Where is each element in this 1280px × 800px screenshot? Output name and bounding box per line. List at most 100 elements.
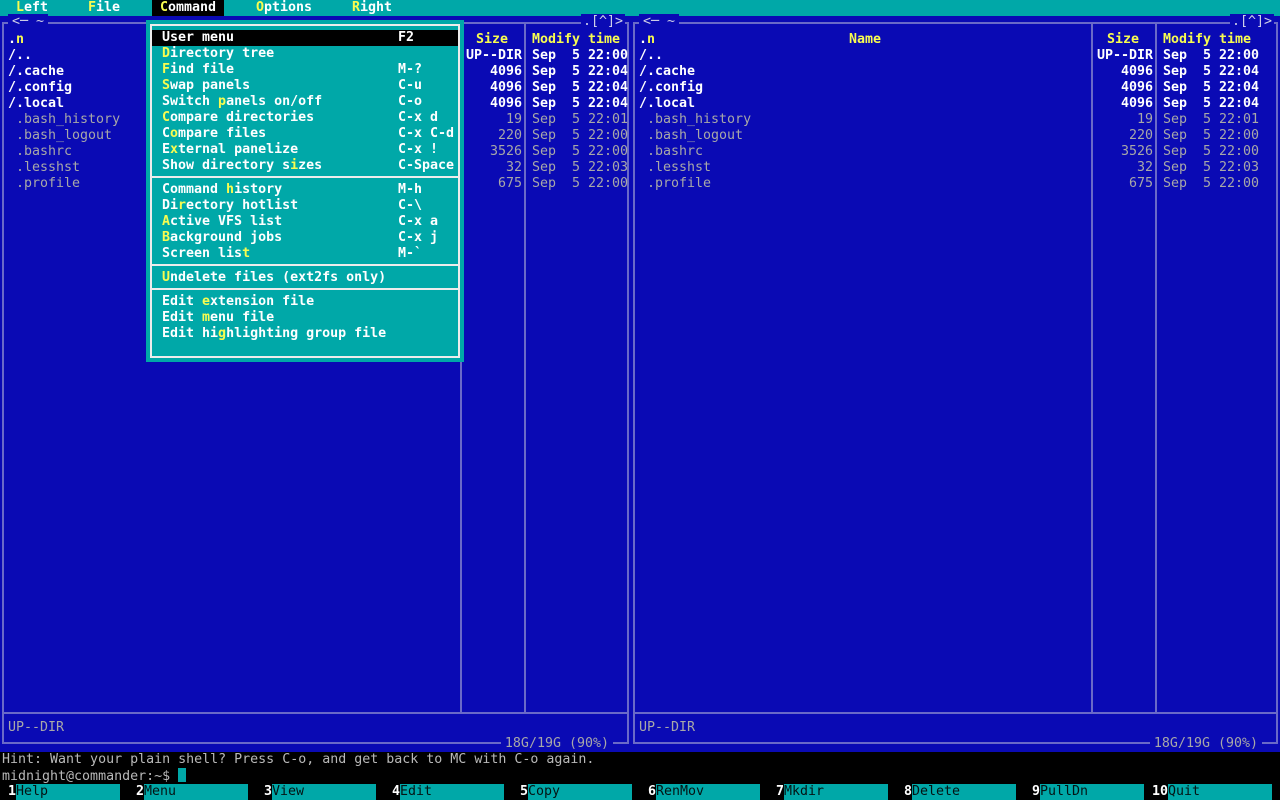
fkey-edit[interactable]: 4Edit: [384, 784, 504, 800]
fkey-view[interactable]: 3View: [256, 784, 376, 800]
file-name: /..: [8, 48, 33, 63]
fkey-mkdir[interactable]: 7Mkdir: [768, 784, 888, 800]
file-name: /.cache: [639, 64, 696, 79]
menu-item-directory-hotlist[interactable]: Directory hotlist C-\: [152, 198, 458, 214]
shortcut: C-x !: [398, 142, 439, 157]
file-size: 220: [1128, 128, 1153, 143]
file-row[interactable]: .lesshst 32 Sep 5 22:03: [635, 160, 1276, 176]
fkey-renmov[interactable]: 6RenMov: [640, 784, 760, 800]
shortcut: C-o: [398, 94, 423, 109]
shortcut: C-x j: [398, 230, 439, 245]
menu-item-compare-directories[interactable]: Compare directories C-x d: [152, 110, 458, 126]
shortcut: M-?: [398, 62, 423, 77]
shortcut: M-h: [398, 182, 423, 197]
menu-file[interactable]: File: [80, 0, 128, 16]
column-header-size[interactable]: Size: [1091, 32, 1155, 48]
file-mtime: Sep 5 22:00: [532, 128, 629, 143]
menu-options-label: ptions: [264, 0, 313, 15]
panel-right-path[interactable]: <─ ~: [639, 14, 680, 30]
menu-item-user-menu[interactable]: User menu F2: [152, 30, 458, 46]
file-name: .bashrc: [647, 144, 704, 159]
panel-right-nav-buttons[interactable]: .[^]>: [1229, 14, 1274, 30]
fkey-delete[interactable]: 8Delete: [896, 784, 1016, 800]
menu-item-show-directory-sizes[interactable]: Show directory sizes C-Space: [152, 158, 458, 174]
file-row[interactable]: /.local 4096 Sep 5 22:04: [635, 96, 1276, 112]
file-mtime: Sep 5 22:00: [1163, 176, 1260, 191]
file-row[interactable]: /.. UP--DIR Sep 5 22:00: [635, 48, 1276, 64]
menu-item-edit-highlighting-group-file[interactable]: Edit highlighting group file: [152, 326, 458, 342]
fkey-quit[interactable]: 10Quit: [1152, 784, 1272, 800]
shortcut: M-`: [398, 246, 423, 261]
menu-item-command-history[interactable]: Command history M-h: [152, 182, 458, 198]
file-row[interactable]: /.cache 4096 Sep 5 22:04: [635, 64, 1276, 80]
menu-item-swap-panels[interactable]: Swap panels C-u: [152, 78, 458, 94]
column-header-mtime[interactable]: Modify time: [1155, 32, 1259, 48]
fkey-pulldn[interactable]: 9PullDn: [1024, 784, 1144, 800]
prompt-text: midnight@commander:~$: [2, 769, 171, 784]
file-name: /.cache: [8, 64, 65, 79]
file-mtime: Sep 5 22:00: [532, 48, 629, 63]
menu-item-active-vfs-list[interactable]: Active VFS list C-x a: [152, 214, 458, 230]
menu-options[interactable]: Options: [248, 0, 320, 16]
file-mtime: Sep 5 22:00: [532, 176, 629, 191]
fkey-help[interactable]: 1Help: [0, 784, 120, 800]
column-header-mtime[interactable]: Modify time: [524, 32, 628, 48]
menu-item-background-jobs[interactable]: Background jobs C-x j: [152, 230, 458, 246]
file-mtime: Sep 5 22:00: [1163, 144, 1260, 159]
free-space-indicator: 18G/19G (90%): [500, 736, 613, 752]
fkey-copy[interactable]: 5Copy: [512, 784, 632, 800]
file-mtime: Sep 5 22:01: [1163, 112, 1260, 127]
shortcut: C-x C-d: [398, 126, 455, 141]
menu-item-directory-tree[interactable]: Directory tree: [152, 46, 458, 62]
menu-item-undelete-files[interactable]: Undelete files (ext2fs only): [152, 270, 458, 286]
file-name: .bash_logout: [647, 128, 744, 143]
text-cursor: [178, 768, 187, 782]
shortcut: C-x d: [398, 110, 439, 125]
menu-item-find-file[interactable]: Find file M-?: [152, 62, 458, 78]
menu-right[interactable]: Right: [344, 0, 400, 16]
file-mtime: Sep 5 22:00: [532, 144, 629, 159]
file-row[interactable]: /.config 4096 Sep 5 22:04: [635, 80, 1276, 96]
column-header-name[interactable]: Name: [639, 32, 1091, 48]
file-mtime: Sep 5 22:03: [532, 160, 629, 175]
file-name: /.config: [8, 80, 73, 95]
file-name: .lesshst: [16, 160, 81, 175]
panel-left-nav-buttons[interactable]: .[^]>: [580, 14, 625, 30]
menu-file-label: ile: [96, 0, 121, 15]
shortcut: C-u: [398, 78, 423, 93]
menu-item-edit-menu-file[interactable]: Edit menu file: [152, 310, 458, 326]
file-mtime: Sep 5 22:04: [1163, 96, 1260, 111]
file-mtime: Sep 5 22:00: [1163, 48, 1260, 63]
file-name: .lesshst: [647, 160, 712, 175]
menu-right-hotkey: R: [352, 0, 361, 15]
file-name: /.local: [8, 96, 65, 111]
command-dropdown-menu: User menu F2 Directory tree Find file M-? …: [146, 20, 464, 362]
menu-item-switch-panels-on-off[interactable]: Switch panels on/off C-o: [152, 94, 458, 110]
file-name: /.config: [639, 80, 704, 95]
shortcut: C-x a: [398, 214, 439, 229]
file-size: 19: [1136, 112, 1153, 127]
column-header-size[interactable]: Size: [460, 32, 524, 48]
panel-left-path[interactable]: <─ ~: [8, 14, 49, 30]
menu-item-edit-extension-file[interactable]: Edit extension file: [152, 294, 458, 310]
menu-item-compare-files[interactable]: Compare files C-x C-d: [152, 126, 458, 142]
file-name: .profile: [16, 176, 81, 191]
menu-separator: [150, 264, 460, 266]
menu-right-label: ight: [360, 0, 393, 15]
fkey-menu[interactable]: 2Menu: [128, 784, 248, 800]
menu-item-screen-list[interactable]: Screen list M-`: [152, 246, 458, 262]
file-size: 4096: [1120, 80, 1153, 95]
panel-right-header: .n Name Size Modify time: [635, 32, 1276, 48]
file-mtime: Sep 5 22:04: [1163, 64, 1260, 79]
file-row[interactable]: .bash_history 19 Sep 5 22:01: [635, 112, 1276, 128]
menu-options-hotkey: O: [256, 0, 265, 15]
file-row[interactable]: .bashrc 3526 Sep 5 22:00: [635, 144, 1276, 160]
menu-item-external-panelize[interactable]: External panelize C-x !: [152, 142, 458, 158]
file-row[interactable]: .profile 675 Sep 5 22:00: [635, 176, 1276, 192]
mini-status: UP--DIR: [639, 720, 696, 735]
file-size: 32: [1136, 160, 1153, 175]
file-mtime: Sep 5 22:00: [1163, 128, 1260, 143]
menu-command[interactable]: Command: [152, 0, 225, 16]
shell-prompt[interactable]: midnight@commander:~$: [2, 768, 187, 784]
file-row[interactable]: .bash_logout 220 Sep 5 22:00: [635, 128, 1276, 144]
